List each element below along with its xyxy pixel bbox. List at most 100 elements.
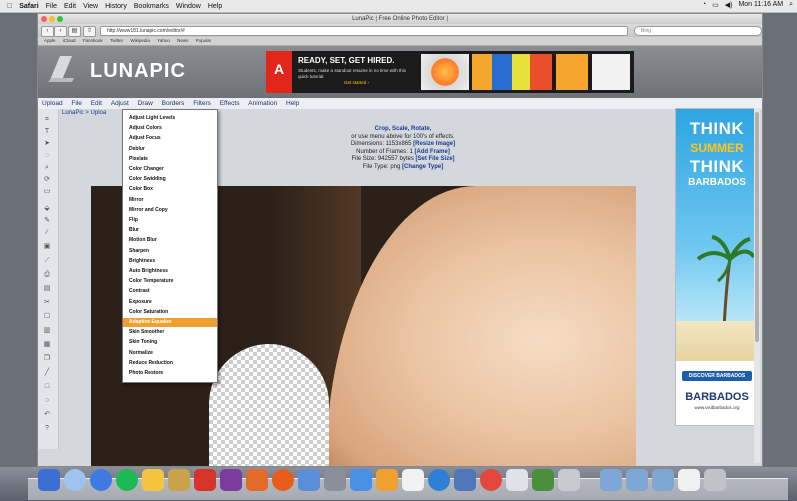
menu-upload[interactable]: Upload — [42, 100, 63, 107]
save-tool-icon[interactable]: ▤ — [42, 284, 52, 293]
app-icon[interactable] — [454, 469, 476, 491]
adjust-menu-item[interactable]: Contrast — [129, 287, 217, 296]
wifi-icon[interactable]: ◔ — [702, 1, 706, 9]
menu-history[interactable]: History — [105, 3, 127, 10]
menu-file[interactable]: File — [71, 100, 81, 107]
app-icon[interactable] — [558, 469, 580, 491]
line-tool-icon[interactable]: ╱ — [42, 368, 52, 377]
set-file-size-link[interactable]: [Set File Size] — [416, 156, 455, 162]
app-icon[interactable] — [168, 469, 190, 491]
app-icon[interactable] — [376, 469, 398, 491]
firefox-icon[interactable] — [272, 469, 294, 491]
adjust-menu-item[interactable]: Normalize — [129, 349, 217, 358]
lasso-tool-icon[interactable]: ◌ — [42, 151, 52, 160]
search-input[interactable]: Bing — [634, 26, 762, 36]
adjust-menu-item[interactable]: Flip — [129, 216, 217, 225]
bookmark-item[interactable]: Popular — [196, 38, 212, 43]
adjust-menu-item[interactable]: Photo Restore — [129, 369, 217, 378]
app-icon[interactable] — [298, 469, 320, 491]
menu-animation[interactable]: Animation — [248, 100, 277, 107]
bookmark-item[interactable]: Facebook — [83, 38, 103, 43]
apple-menu-icon[interactable]:  — [7, 3, 12, 10]
spotify-icon[interactable] — [116, 469, 138, 491]
clock[interactable]: Mon 11:16 AM — [738, 1, 783, 9]
adjust-menu-item[interactable]: Skin Toning — [129, 338, 217, 347]
menu-view[interactable]: View — [83, 3, 98, 10]
copy-tool-icon[interactable]: ❐ — [42, 354, 52, 363]
menu-effects[interactable]: Effects — [220, 100, 240, 107]
zoom-tool-icon[interactable]: ⌕ — [42, 163, 52, 172]
adjust-menu-item[interactable]: Color Changer — [129, 165, 217, 174]
menu-file[interactable]: File — [46, 3, 57, 10]
sidebar-icon[interactable]: ▤ — [68, 26, 81, 37]
adjust-menu-item[interactable]: Adjust Light Levels — [129, 114, 217, 123]
info-title[interactable]: Crop, Scale, Rotate, — [248, 126, 558, 134]
menu-filters[interactable]: Filters — [193, 100, 211, 107]
brush-tool-icon[interactable]: ∕ — [42, 228, 52, 237]
notes-icon[interactable] — [142, 469, 164, 491]
safari-icon[interactable] — [90, 469, 112, 491]
adjust-menu-item[interactable]: Mirror — [129, 196, 217, 205]
site-logo[interactable]: LUNAPIC — [90, 60, 186, 83]
help-tool-icon[interactable]: ? — [42, 424, 52, 433]
dropper-tool-icon[interactable]: ⟋ — [42, 256, 52, 265]
launchpad-icon[interactable] — [64, 469, 86, 491]
rotate-tool-icon[interactable]: ⟳ — [42, 175, 52, 184]
discover-barbados-button[interactable]: DISCOVER BARBADOS — [682, 371, 752, 381]
downloads-folder-icon[interactable] — [600, 469, 622, 491]
app-icon[interactable] — [532, 469, 554, 491]
adjust-menu-item[interactable]: Adjust Focus — [129, 134, 217, 143]
adjust-menu-item[interactable]: Blur — [129, 226, 217, 235]
side-ad-barbados[interactable]: THINK SUMMER THINK BARBADOS DISCOVER BAR… — [675, 108, 759, 426]
spotlight-icon[interactable]: ⌕ — [789, 1, 793, 9]
menu-help[interactable]: Help — [286, 100, 299, 107]
adjust-menu-item[interactable]: Reduce Reduction — [129, 359, 217, 368]
folder-icon[interactable] — [652, 469, 674, 491]
undo-tool-icon[interactable]: ↶ — [42, 410, 52, 419]
menu-help[interactable]: Help — [208, 3, 222, 10]
change-type-link[interactable]: [Change Type] — [402, 164, 443, 170]
circle-tool-icon[interactable]: ○ — [42, 396, 52, 405]
adjust-menu-item[interactable]: Brightness — [129, 257, 217, 266]
print-tool-icon[interactable]: ⎙ — [42, 270, 52, 279]
adjust-menu-item[interactable]: Color Saturation — [129, 308, 217, 317]
minimize-window-button[interactable] — [49, 16, 55, 22]
bookmark-item[interactable]: iCloud — [63, 38, 76, 43]
pencil-tool-icon[interactable]: ✎ — [42, 216, 52, 225]
chrome-icon[interactable] — [480, 469, 502, 491]
stamp-tool-icon[interactable]: ▣ — [42, 242, 52, 251]
app-icon[interactable] — [324, 469, 346, 491]
adjust-menu-item[interactable]: Sharpen — [129, 247, 217, 256]
menu-borders[interactable]: Borders — [162, 100, 185, 107]
finder-icon[interactable] — [38, 469, 60, 491]
eraser-tool-icon[interactable]: ▭ — [42, 187, 52, 196]
photos-icon[interactable] — [246, 469, 268, 491]
menu-draw[interactable]: Draw — [138, 100, 153, 107]
calendar-icon[interactable] — [402, 469, 424, 491]
bucket-tool-icon[interactable]: ⬙ — [42, 204, 52, 213]
app-store-icon[interactable] — [428, 469, 450, 491]
bookmark-item[interactable]: Apple — [44, 38, 56, 43]
menu-adjust[interactable]: Adjust — [111, 100, 129, 107]
add-frame-link[interactable]: [Add Frame] — [415, 149, 450, 155]
menu-safari[interactable]: Safari — [19, 3, 38, 10]
breadcrumb[interactable]: LunaPic > Uploa — [62, 110, 106, 116]
adjust-menu-item[interactable]: Color Temperature — [129, 277, 217, 286]
adjust-menu-item[interactable]: Pixelate — [129, 155, 217, 164]
adjust-menu-item[interactable]: Color Swidding — [129, 175, 217, 184]
back-icon[interactable]: ‹ — [41, 26, 54, 37]
adjust-menu-item[interactable]: Mirror and Copy — [129, 206, 217, 215]
adjust-menu-item[interactable]: Auto Brightness — [129, 267, 217, 276]
layers-tool-icon[interactable]: ▥ — [42, 326, 52, 335]
adjust-menu-item-highlighted[interactable]: Adaptive Equalize — [123, 318, 217, 327]
battery-icon[interactable]: ▭ — [712, 1, 719, 9]
volume-icon[interactable]: ◀) — [725, 1, 733, 9]
trash-icon[interactable] — [704, 469, 726, 491]
adjust-menu-item[interactable]: Deblur — [129, 145, 217, 154]
frame-tool-icon[interactable]: ☐ — [42, 312, 52, 321]
adjust-menu-item[interactable]: Adjust Colors — [129, 124, 217, 133]
menu-bookmarks[interactable]: Bookmarks — [134, 3, 169, 10]
image-tool-icon[interactable]: ▦ — [42, 340, 52, 349]
address-bar[interactable]: http://www181.lunapic.com/editor/# — [100, 26, 628, 36]
ad-cta-link[interactable]: Get started › — [344, 80, 369, 85]
